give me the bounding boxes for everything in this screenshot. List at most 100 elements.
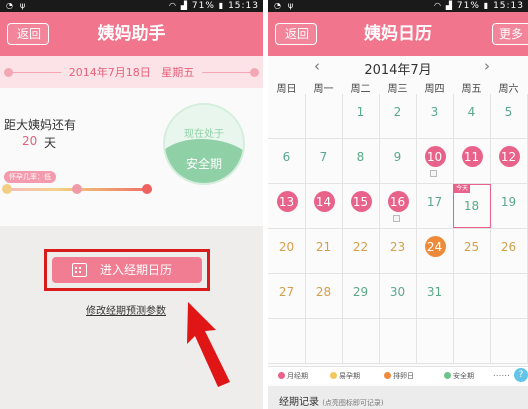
clock: 15:13 [493,1,524,11]
calendar-day[interactable]: 15 [342,184,379,229]
legend-dot [330,372,337,379]
record-title-text: 经期记录 [279,397,319,408]
clock: 15:13 [228,1,259,11]
legend-dot [278,372,285,379]
day-number: 23 [389,240,406,254]
calendar-day[interactable]: 4 [453,94,490,139]
legend-dot [444,372,451,379]
calendar-day[interactable]: 7 [305,139,342,184]
calendar-day[interactable]: 6 [268,139,305,184]
weekday-label: 周日 [276,84,297,95]
grid-hline [268,363,528,364]
calendar-screen: ◔ ψ ◠ ▟ 71% ▮ 15:13 返回 姨妈日历 更多 ‹ 2014年7月… [268,0,528,409]
notification-icons: ◔ ψ [274,0,295,12]
date-bar: 2014年7月18日 星期五 [0,56,263,88]
day-number: 20 [278,240,295,254]
calendar-day[interactable]: 3 [416,94,453,139]
calendar-day[interactable]: 20 [268,229,305,274]
day-number: 31 [426,285,443,299]
app-icon: ◔ [6,1,15,10]
battery-level: 71% [456,1,480,11]
calendar-day[interactable]: 10 [416,139,453,184]
status-bar: ◔ ψ ◠ ▟ 71% ▮ 15:13 [0,0,263,12]
enter-calendar-button[interactable]: 进入经期日历 [52,257,202,283]
day-number: 7 [319,150,328,164]
calendar-day[interactable]: 24 [416,229,453,274]
legend-label: 易孕期 [339,372,360,380]
day-number: 1 [356,105,365,119]
notification-icons: ◔ ψ [6,0,27,12]
calendar-icon [72,263,87,277]
calendar-day[interactable]: 28 [305,274,342,319]
app-icon: ◔ [274,1,283,10]
calendar-day[interactable]: 31 [416,274,453,319]
day-number: 16 [389,195,406,209]
day-number: 9 [393,150,402,164]
period-record-bar[interactable]: 经期记录 (点亮图标即可记录) [268,386,528,409]
legend-label: 月经期 [287,372,308,380]
month-navigator: ‹ 2014年7月 › [268,56,528,78]
cycle-info-panel: 距大姨妈还有 20 天 怀孕几率：低 现在处于 安全期 [0,88,263,226]
date-bar-dot-left [4,68,13,77]
calendar-day[interactable]: 27 [268,274,305,319]
weekday-label: 周二 [350,84,371,95]
calendar-day[interactable]: 21 [305,229,342,274]
wifi-icon: ◠ [169,1,177,10]
progress-current-knob [72,184,82,194]
more-button[interactable]: 更多 [491,23,528,45]
calendar-day[interactable]: 13 [268,184,305,229]
calendar-day[interactable]: 11 [453,139,490,184]
day-number: 13 [278,195,295,209]
record-hint: (点亮图标即可记录) [322,399,384,407]
calendar-day[interactable]: 19 [490,184,527,229]
calendar-day[interactable]: 26 [490,229,527,274]
calendar-grid: 1 2 3 4 5 6 7 8 9 10 11 12 13 14 15 16 17 18 今天 19 20 21 22 23 2… [268,94,528,364]
day-number: 21 [315,240,332,254]
today-tag: 今天 [454,185,471,193]
calendar-day[interactable]: 17 [416,184,453,229]
legend-label: 排卵日 [393,372,414,380]
page-title: 姨妈助手 [97,24,166,44]
enter-calendar-label: 进入经期日历 [100,263,173,277]
calendar-day[interactable]: 30 [379,274,416,319]
day-number: 19 [500,195,517,209]
calendar-day[interactable]: 23 [379,229,416,274]
status-bar: ◔ ψ ◠ ▟ 71% ▮ 15:13 [268,0,528,12]
orb-caption: 现在处于 [184,129,224,140]
calendar-day[interactable]: 16 [379,184,416,229]
legend-item: 排卵日 [384,371,414,381]
calendar-day[interactable]: 8 [342,139,379,184]
signal-icon: ▟ [445,1,454,10]
calendar-day[interactable]: 1 [342,94,379,139]
calendar-day[interactable]: 5 [490,94,527,139]
usb-icon: ψ [19,1,28,10]
date-bar-dot-right [250,68,259,77]
calendar-day[interactable]: 25 [453,229,490,274]
countdown-unit: 天 [44,136,57,150]
calendar-day[interactable]: 2 [379,94,416,139]
calendar-day[interactable]: 9 [379,139,416,184]
calendar-day[interactable]: 14 [305,184,342,229]
pregnancy-chance-badge: 怀孕几率：低 [4,171,56,183]
app-header: 返回 姨妈助手 [0,12,263,56]
weekday-value: 星期五 [161,66,195,79]
day-number: 28 [315,285,332,299]
assistant-screen: ◔ ψ ◠ ▟ 71% ▮ 15:13 返回 姨妈助手 2014年7月18日 星… [0,0,263,409]
record-title: 经期记录 (点亮图标即可记录) [279,393,384,408]
day-number: 14 [315,195,332,209]
legend-item: 易孕期 [330,371,360,381]
legend-more-icon[interactable]: ? [514,368,528,382]
signal-icon: ▟ [180,1,189,10]
modify-prediction-link[interactable]: 修改经期预测参数 [86,302,166,317]
battery-icon: ▮ [218,1,225,10]
status-orb[interactable]: 现在处于 安全期 [163,103,245,185]
legend-bar: ...... ? 月经期 易孕期 排卵日 安全期 [268,366,528,384]
calendar-day[interactable]: 29 [342,274,379,319]
calendar-day[interactable]: 12 [490,139,527,184]
day-number: 27 [278,285,295,299]
day-number: 11 [463,150,480,164]
next-month-icon[interactable]: › [484,57,490,75]
day-number: 15 [352,195,369,209]
calendar-day[interactable]: 22 [342,229,379,274]
day-number: 25 [463,240,480,254]
